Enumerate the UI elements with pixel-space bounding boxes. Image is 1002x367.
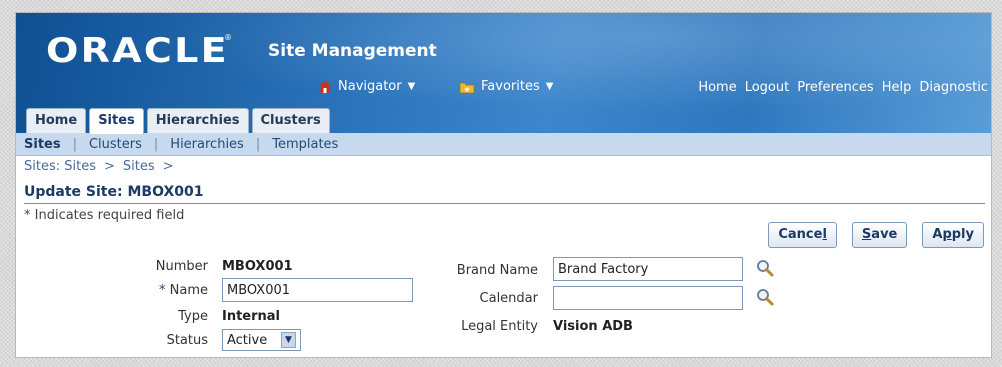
tab-home[interactable]: Home [26,108,87,133]
global-links: Home Logout Preferences Help Diagnostic [698,80,988,95]
subtab-sites[interactable]: Sites [24,137,61,152]
logout-link[interactable]: Logout [745,80,790,95]
navigator-label: Navigator [338,79,402,94]
subtab-templates[interactable]: Templates [272,137,338,152]
required-field-note: * Indicates required field [24,208,185,223]
favorites-label: Favorites [481,79,540,94]
chevron-down-icon: ▼ [281,332,296,348]
legal-entity-value: Vision ADB [553,319,633,334]
save-access-key: S [861,227,872,242]
number-value: MBOX001 [222,259,293,274]
tab-hierarchies[interactable]: Hierarchies [146,108,249,133]
chevron-down-icon: ▼ [407,81,416,92]
brand-name-label: Brand Name [456,263,538,278]
home-link[interactable]: Home [698,80,736,95]
subtab-clusters[interactable]: Clusters [89,137,142,152]
legal-entity-label: Legal Entity [461,319,538,334]
app-title: Site Management [268,41,437,61]
name-label: * Name [116,283,208,298]
action-buttons: Cancel Save Apply [768,222,984,248]
tab-clusters[interactable]: Clusters [251,108,330,133]
search-icon[interactable] [756,288,774,306]
cancel-access-key: l [822,227,827,242]
chevron-down-icon: ▼ [545,81,554,92]
diagnostics-link[interactable]: Diagnostic [919,80,988,95]
save-label: ave [871,227,898,242]
calendar-input[interactable] [553,286,743,310]
apply-label-end: ply [951,227,974,242]
breadcrumb-sites-sites[interactable]: Sites: Sites [24,159,96,174]
main-tabs: Home Sites Hierarchies Clusters [26,108,330,134]
breadcrumb-sites[interactable]: Sites [123,159,155,174]
type-label: Type [178,309,208,324]
breadcrumb-separator: > [162,159,174,174]
help-link[interactable]: Help [882,80,912,95]
favorites-folder-icon [459,82,475,93]
tab-sites[interactable]: Sites [89,108,144,134]
apply-access-key: p [942,227,952,242]
brand-name-input[interactable] [553,257,743,281]
subnav-separator: | [255,136,261,152]
sub-navigation: Sites | Clusters | Hierarchies | Templat… [16,133,991,156]
favorites-menu[interactable]: Favorites ▼ [459,79,553,94]
breadcrumb-separator: > [103,159,115,174]
page-title: Update Site: MBOX001 [24,184,204,200]
page-frame: ORACLE ® Site Management Navigator ▼ Fav… [15,12,992,358]
calendar-label: Calendar [479,291,538,306]
status-label: Status [166,333,208,348]
subtab-hierarchies[interactable]: Hierarchies [170,137,244,152]
save-button[interactable]: Save [851,222,908,248]
registered-mark: ® [224,33,232,42]
required-indicator: * [159,283,166,298]
breadcrumb: Sites: Sites > Sites > [24,159,174,174]
oracle-logo: ORACLE [46,31,229,71]
status-select[interactable]: Active ▼ [222,329,301,351]
apply-button[interactable]: Apply [922,222,984,248]
type-value: Internal [222,309,281,324]
search-icon[interactable] [756,259,774,277]
status-selected-value: Active [227,332,268,348]
subnav-separator: | [153,136,159,152]
cancel-label: Cance [778,227,823,242]
apply-label-start: A [932,227,943,242]
preferences-link[interactable]: Preferences [797,80,873,95]
title-divider [24,203,985,204]
cancel-button[interactable]: Cancel [768,222,837,248]
home-icon [319,80,331,93]
number-label: Number [155,259,208,274]
name-input[interactable] [222,278,413,302]
navigator-menu[interactable]: Navigator ▼ [318,79,415,94]
name-label-text: Name [169,283,208,298]
subnav-separator: | [72,136,77,152]
